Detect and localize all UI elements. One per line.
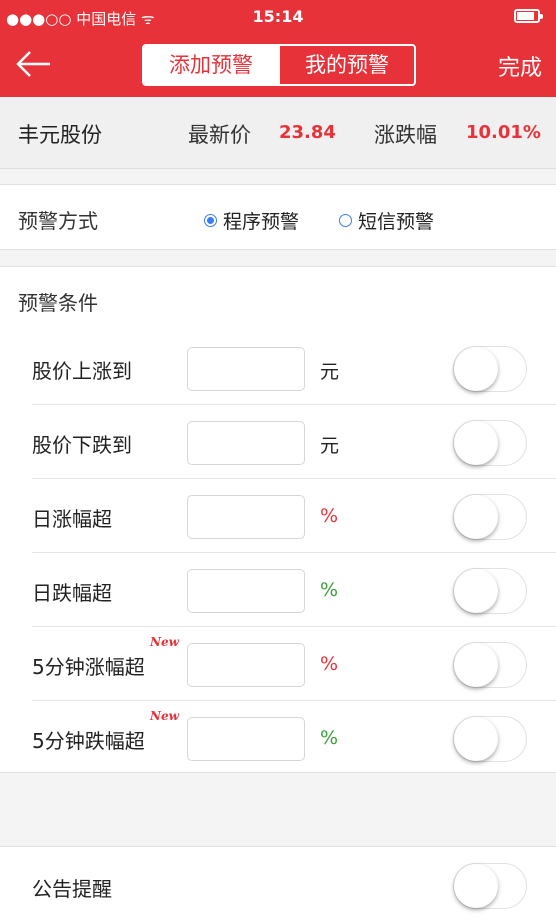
daily-fall-toggle[interactable] <box>453 568 527 614</box>
radio-sms-alert[interactable]: 短信预警 <box>339 207 434 234</box>
done-button[interactable]: 完成 <box>498 50 542 82</box>
toggle-knob <box>454 717 498 761</box>
stock-name: 丰元股份 <box>18 123 102 147</box>
back-button[interactable] <box>14 44 54 84</box>
status-bar: ●●●○○ 中国电信 ᯤ 15:14 <box>0 0 556 34</box>
condition-row-daily-fall: 日跌幅超 % <box>0 553 556 627</box>
price-label: 最新价 <box>188 123 251 147</box>
conditions-list: 股价上涨到 元 股价下跌到 元 日涨幅超 % 日跌幅超 % New 5分钟涨幅超… <box>0 331 556 773</box>
condition-row-5min-rise: New 5分钟涨幅超 % <box>0 627 556 701</box>
announcement-toggle[interactable] <box>453 863 527 909</box>
radio-program-alert[interactable]: 程序预警 <box>204 207 299 234</box>
radio-unselected-icon <box>339 214 352 227</box>
tab-add-alert[interactable]: 添加预警 <box>144 46 278 84</box>
5min-rise-toggle[interactable] <box>453 642 527 688</box>
condition-row-daily-rise: 日涨幅超 % <box>0 479 556 553</box>
condition-label: 股价下跌到 <box>32 433 132 457</box>
unit-label: 元 <box>320 435 340 457</box>
price-up-toggle[interactable] <box>453 346 527 392</box>
status-time: 15:14 <box>252 7 304 26</box>
condition-row-price-down: 股价下跌到 元 <box>0 405 556 479</box>
radio-selected-icon <box>204 214 217 227</box>
condition-label: 日涨幅超 <box>32 507 112 531</box>
price-up-input[interactable] <box>187 347 305 391</box>
5min-rise-input[interactable] <box>187 643 305 687</box>
unit-label: 元 <box>320 361 340 383</box>
conditions-header: 预警条件 <box>0 266 556 332</box>
toggle-knob <box>454 495 498 539</box>
change-value: 10.01% <box>466 122 541 143</box>
condition-label: 5分钟涨幅超 <box>32 655 145 679</box>
change-label: 涨跌幅 <box>374 123 437 147</box>
alert-mode-section: 预警方式 程序预警 短信预警 <box>0 184 556 250</box>
price-down-toggle[interactable] <box>453 420 527 466</box>
stock-info: 丰元股份 最新价 23.84 涨跌幅 10.01% <box>0 97 556 169</box>
toggle-knob <box>454 643 498 687</box>
toggle-knob <box>454 421 498 465</box>
daily-fall-input[interactable] <box>187 569 305 613</box>
condition-label: 5分钟跌幅超 <box>32 729 145 753</box>
battery-icon <box>514 9 543 23</box>
radio-label: 短信预警 <box>358 211 435 233</box>
unit-label: % <box>320 579 339 601</box>
condition-row-price-up: 股价上涨到 元 <box>0 331 556 405</box>
radio-label: 程序预警 <box>223 211 300 233</box>
daily-rise-toggle[interactable] <box>453 494 527 540</box>
toggle-knob <box>454 569 498 613</box>
unit-label: % <box>320 505 339 527</box>
conditions-title: 预警条件 <box>18 291 98 315</box>
price-value: 23.84 <box>279 122 336 143</box>
toggle-knob <box>454 347 498 391</box>
alert-mode-title: 预警方式 <box>18 209 98 233</box>
5min-fall-input[interactable] <box>187 717 305 761</box>
arrow-left-icon <box>16 51 50 77</box>
new-badge: New <box>150 709 179 723</box>
new-badge: New <box>150 635 179 649</box>
condition-row-5min-fall: New 5分钟跌幅超 % <box>0 701 556 775</box>
tab-switcher: 添加预警 我的预警 <box>142 44 416 86</box>
unit-label: % <box>320 653 339 675</box>
unit-label: % <box>320 727 339 749</box>
5min-fall-toggle[interactable] <box>453 716 527 762</box>
condition-label: 日跌幅超 <box>32 581 112 605</box>
nav-bar: 添加预警 我的预警 完成 <box>0 34 556 97</box>
toggle-knob <box>454 864 498 908</box>
announcement-title: 公告提醒 <box>32 877 112 901</box>
daily-rise-input[interactable] <box>187 495 305 539</box>
condition-label: 股价上涨到 <box>32 359 132 383</box>
tab-my-alerts[interactable]: 我的预警 <box>278 46 414 84</box>
announcement-section: 公告提醒 <box>0 846 556 924</box>
price-down-input[interactable] <box>187 421 305 465</box>
